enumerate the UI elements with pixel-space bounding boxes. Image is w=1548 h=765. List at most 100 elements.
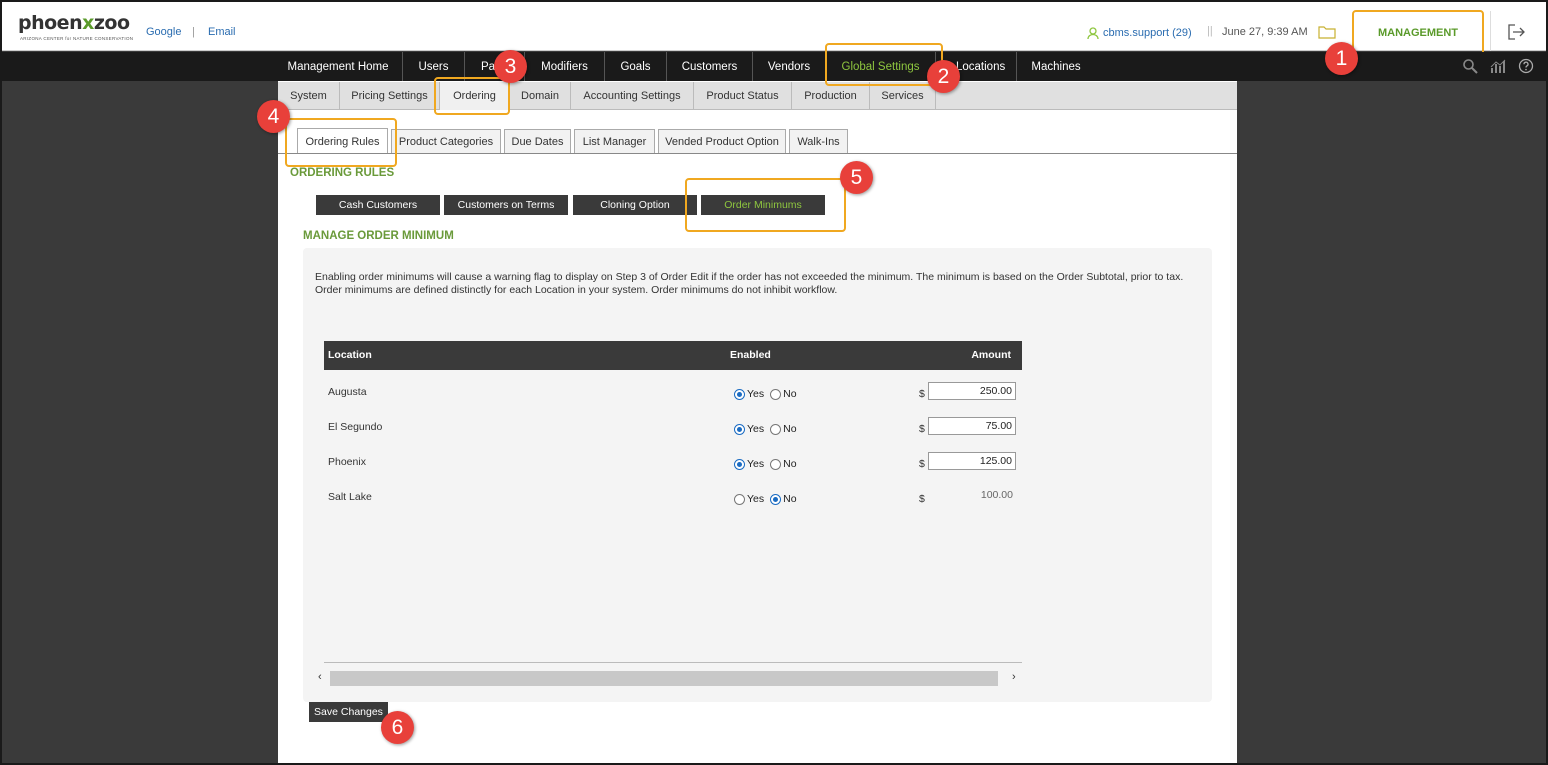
- enabled-radio-group: Yes No: [734, 458, 797, 470]
- header-enabled: Enabled: [730, 349, 771, 361]
- currency-symbol: $: [919, 423, 925, 435]
- folder-icon[interactable]: [1318, 25, 1336, 39]
- user-icon: [1087, 27, 1099, 40]
- subnav-production[interactable]: Production: [792, 82, 870, 110]
- no-radio[interactable]: [770, 388, 782, 400]
- tab-product-categories[interactable]: Product Categories: [391, 129, 501, 153]
- logo-text-1: phoen: [18, 12, 83, 34]
- amount-input[interactable]: 75.00: [928, 417, 1016, 435]
- subnav-system[interactable]: System: [278, 82, 340, 110]
- description-text: Enabling order minimums will cause a war…: [315, 271, 1184, 296]
- chart-icon[interactable]: [1490, 58, 1506, 74]
- horizontal-scrollbar[interactable]: ‹ ›: [316, 671, 1024, 686]
- management-button[interactable]: MANAGEMENT: [1352, 10, 1484, 56]
- phoenix-zoo-logo[interactable]: phoenxzoo: [18, 12, 130, 34]
- link-separator: |: [192, 26, 195, 38]
- scrollbar-thumb[interactable]: [330, 671, 998, 686]
- amount-input[interactable]: 125.00: [928, 452, 1016, 470]
- current-datetime: June 27, 9:39 AM: [1222, 26, 1308, 38]
- nav-customers[interactable]: Customers: [667, 52, 753, 81]
- tab-vended-product-option[interactable]: Vended Product Option: [658, 129, 786, 153]
- table-header: Location Enabled Amount: [324, 341, 1022, 370]
- no-radio[interactable]: [770, 458, 782, 470]
- tab-due-dates[interactable]: Due Dates: [504, 129, 571, 153]
- step-badge-2: 2: [927, 60, 960, 93]
- location-name: Salt Lake: [328, 491, 372, 503]
- step-badge-1: 1: [1325, 42, 1358, 75]
- step-badge-3: 3: [494, 50, 527, 83]
- header-amount: Amount: [971, 349, 1011, 361]
- no-radio[interactable]: [770, 423, 782, 435]
- enabled-radio-group: Yes No: [734, 423, 797, 435]
- yes-radio[interactable]: [734, 458, 745, 470]
- no-label: No: [783, 458, 797, 470]
- tab-divider: [278, 153, 1237, 154]
- user-account[interactable]: cbms.support (29): [1086, 26, 1192, 40]
- table-row: Salt Lake Yes No $ 100.00: [324, 486, 1022, 521]
- location-name: Phoenix: [328, 456, 366, 468]
- google-link[interactable]: Google: [146, 26, 181, 38]
- order-minimums-button[interactable]: Order Minimums: [701, 195, 825, 215]
- header-location: Location: [328, 349, 372, 361]
- section-title: ORDERING RULES: [290, 167, 395, 179]
- nav-management-home[interactable]: Management Home: [274, 52, 403, 81]
- step-badge-5: 5: [840, 161, 873, 194]
- yes-radio[interactable]: [734, 493, 745, 505]
- scroll-left-arrow[interactable]: ‹: [318, 671, 322, 683]
- step-badge-6: 6: [381, 711, 414, 744]
- yes-label: Yes: [747, 388, 765, 400]
- email-link[interactable]: Email: [208, 26, 236, 38]
- enabled-radio-group: Yes No: [734, 388, 797, 400]
- step-badge-4: 4: [257, 100, 290, 133]
- yes-label: Yes: [747, 493, 765, 505]
- logo-text-3: zoo: [93, 12, 130, 34]
- settings-subnav: System Pricing Settings Ordering Domain …: [278, 82, 1237, 110]
- table-row: Phoenix Yes No $ 125.00: [324, 451, 1022, 486]
- yes-label: Yes: [747, 423, 765, 435]
- yes-radio[interactable]: [734, 423, 745, 435]
- customers-on-terms-button[interactable]: Customers on Terms: [444, 195, 568, 215]
- currency-symbol: $: [919, 493, 925, 505]
- nav-vendors[interactable]: Vendors: [753, 52, 826, 81]
- nav-global-settings[interactable]: Global Settings: [826, 52, 936, 81]
- subnav-pricing-settings[interactable]: Pricing Settings: [340, 82, 440, 110]
- nav-machines[interactable]: Machines: [1017, 52, 1095, 81]
- search-icon[interactable]: [1462, 58, 1478, 74]
- tab-list-manager[interactable]: List Manager: [574, 129, 655, 153]
- top-header: phoenxzoo ARIZONA CENTER for NATURE CONS…: [0, 0, 1548, 56]
- yes-radio[interactable]: [734, 388, 745, 400]
- save-changes-button[interactable]: Save Changes: [309, 702, 388, 722]
- main-navigation: Management Home Users Pa Modifiers Goals…: [0, 52, 1548, 81]
- nav-tools: [1462, 58, 1534, 74]
- nav-users[interactable]: Users: [403, 52, 465, 81]
- logo-text-2: x: [82, 12, 94, 34]
- header-separator: ||: [1207, 25, 1213, 37]
- cash-customers-button[interactable]: Cash Customers: [316, 195, 440, 215]
- logout-icon[interactable]: [1508, 24, 1526, 40]
- subnav-services[interactable]: Services: [870, 82, 936, 110]
- location-name: Augusta: [328, 386, 367, 398]
- enabled-radio-group: Yes No: [734, 493, 797, 505]
- nav-goals[interactable]: Goals: [605, 52, 667, 81]
- currency-symbol: $: [919, 388, 925, 400]
- subnav-accounting-settings[interactable]: Accounting Settings: [571, 82, 694, 110]
- logo-subtitle: ARIZONA CENTER for NATURE CONSERVATION: [20, 36, 134, 41]
- tab-walk-ins[interactable]: Walk-Ins: [789, 129, 848, 153]
- help-icon[interactable]: [1518, 58, 1534, 74]
- location-name: El Segundo: [328, 421, 383, 433]
- table-bottom-divider: [324, 662, 1022, 663]
- table-row: El Segundo Yes No $ 75.00: [324, 416, 1022, 451]
- amount-input[interactable]: 250.00: [928, 382, 1016, 400]
- header-divider: [1490, 11, 1491, 51]
- subnav-domain[interactable]: Domain: [510, 82, 571, 110]
- subnav-ordering[interactable]: Ordering: [440, 82, 510, 110]
- no-radio[interactable]: [770, 493, 782, 505]
- scroll-right-arrow[interactable]: ›: [1012, 671, 1016, 683]
- no-label: No: [783, 493, 797, 505]
- subnav-product-status[interactable]: Product Status: [694, 82, 792, 110]
- no-label: No: [783, 423, 797, 435]
- cloning-option-button[interactable]: Cloning Option: [573, 195, 697, 215]
- nav-modifiers[interactable]: Modifiers: [525, 52, 605, 81]
- tab-ordering-rules[interactable]: Ordering Rules: [297, 128, 388, 154]
- amount-value-readonly: 100.00: [980, 489, 1013, 501]
